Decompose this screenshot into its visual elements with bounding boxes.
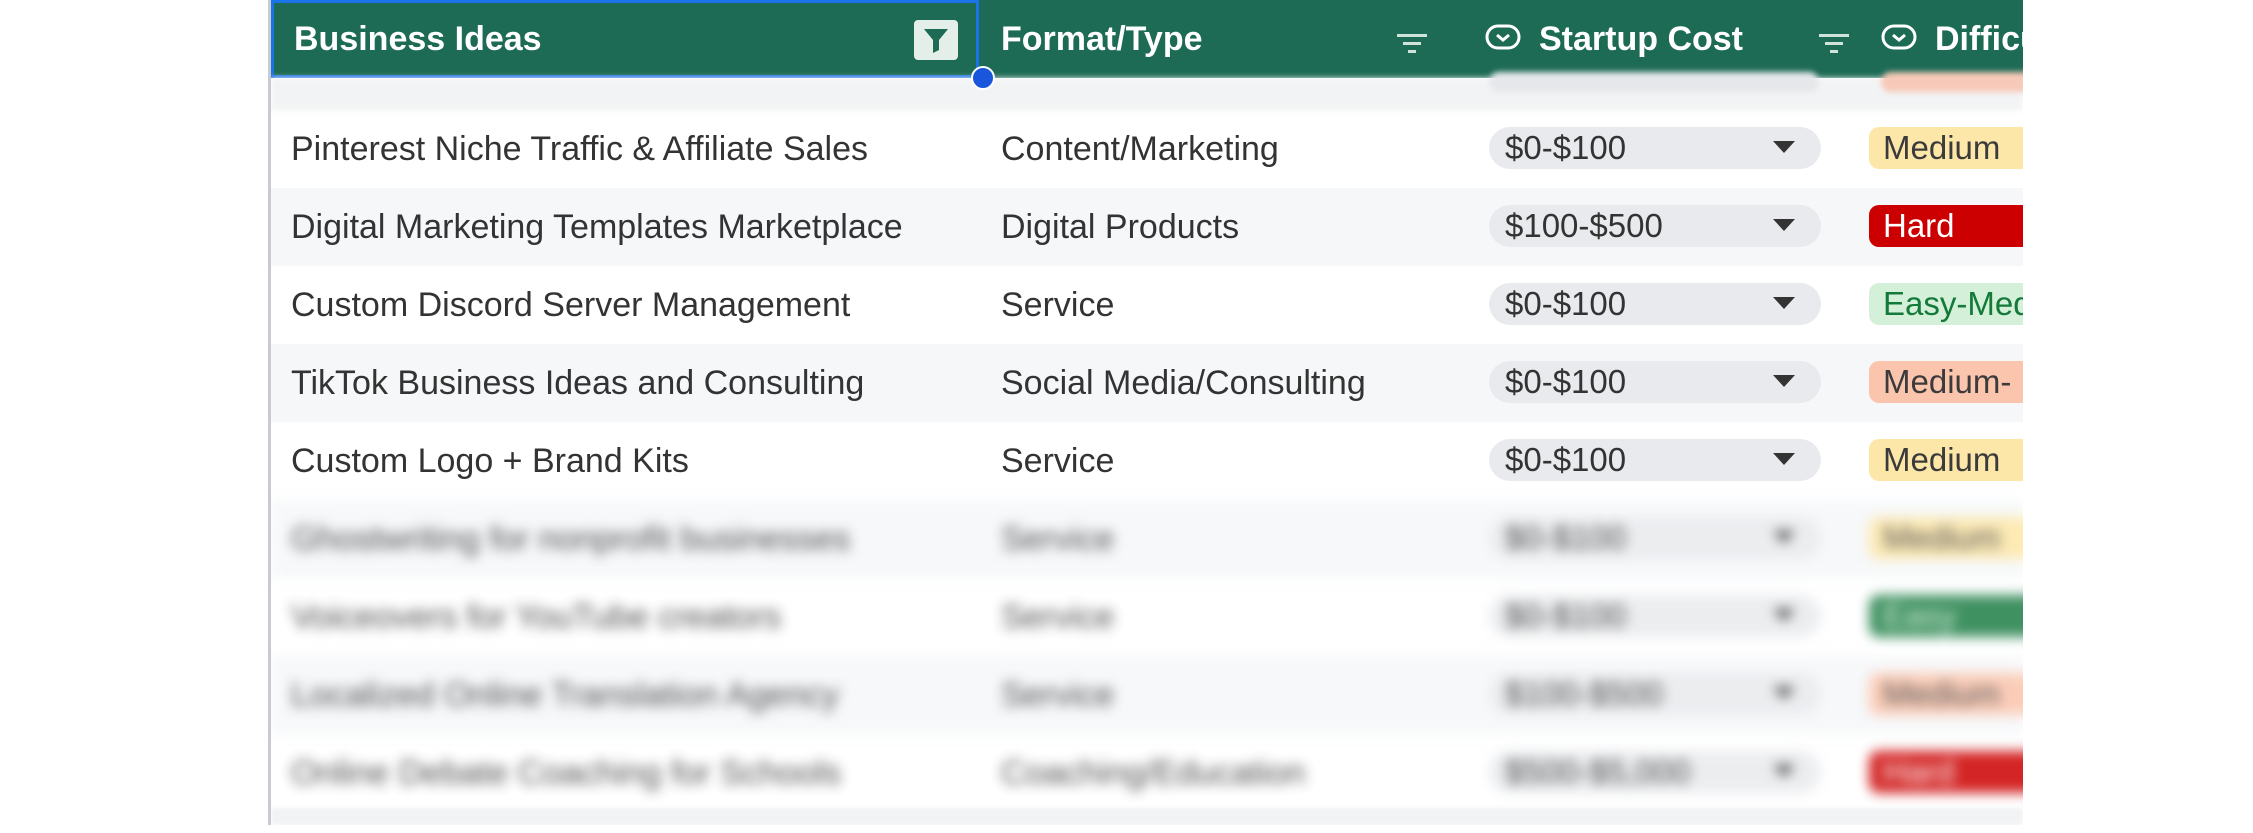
header-startup-cost[interactable]: Startup Cost (1471, 0, 1871, 78)
header-format-type[interactable]: Format/Type (983, 0, 1453, 78)
dropdown-arrow-icon (1773, 297, 1795, 309)
startup-cost-value: $100-$500 (1505, 207, 1663, 244)
table-row[interactable]: Digital Marketing Templates Marketplace … (271, 188, 2023, 266)
startup-cost-select[interactable]: $100-$500 (1489, 205, 1821, 247)
cell-format-type[interactable]: Service (1001, 578, 1461, 656)
table-row[interactable]: Custom Logo + Brand Kits Service $0-$100… (271, 422, 2023, 500)
dropdown-arrow-icon (1773, 687, 1795, 699)
startup-cost-select[interactable]: $100-$500 (1489, 673, 1821, 715)
header-startup-cost-label: Startup Cost (1539, 19, 1743, 58)
cell-format-type[interactable]: Social Media/Consulting (1001, 344, 1461, 422)
cell-format-type[interactable]: Service (1001, 422, 1461, 500)
startup-cost-select[interactable]: $0-$100 (1489, 127, 1821, 169)
cell-format-type[interactable]: Service (1001, 656, 1461, 734)
startup-cost-select[interactable]: $0-$100 (1489, 595, 1821, 637)
dropdown-arrow-icon (1773, 609, 1795, 621)
difficulty-chip[interactable]: Hard (1869, 751, 2023, 793)
spreadsheet-view: Business Ideas Format/Type Startup Cost … (268, 0, 2023, 825)
startup-cost-value: $100-$500 (1505, 675, 1663, 712)
dropdown-column-icon (1881, 20, 1917, 59)
table-row[interactable]: Localized Online Translation Agency Serv… (271, 656, 2023, 734)
table-row[interactable]: Custom Discord Server Management Service… (271, 266, 2023, 344)
partial-row-clipped (271, 72, 2023, 110)
dropdown-arrow-icon (1773, 531, 1795, 543)
filter-icon[interactable] (1819, 26, 1849, 65)
startup-cost-select[interactable]: $500-$5,000 (1489, 751, 1821, 793)
cell-business-idea[interactable]: Voiceovers for YouTube creators (291, 578, 981, 656)
difficulty-chip[interactable]: Medium- (1869, 361, 2023, 403)
cell-business-idea[interactable]: Digital Marketing Templates Marketplace (291, 188, 981, 266)
startup-cost-value: $500-$5,000 (1505, 753, 1691, 790)
table-row[interactable]: Ghostwriting for nonprofit businesses Se… (271, 500, 2023, 578)
startup-cost-value: $0-$100 (1505, 363, 1627, 400)
startup-cost-value: $0-$100 (1505, 519, 1627, 556)
cell-format-type[interactable]: Service (1001, 266, 1461, 344)
header-difficulty[interactable]: Difficu (1867, 0, 2023, 78)
header-difficulty-label: Difficu (1935, 19, 2023, 58)
difficulty-chip[interactable]: Medium (1869, 517, 2023, 559)
header-business-ideas-label: Business Ideas (294, 19, 542, 58)
difficulty-chip[interactable]: Medium (1869, 439, 2023, 481)
startup-cost-value: $0-$100 (1505, 441, 1627, 478)
header-business-ideas[interactable]: Business Ideas (271, 0, 979, 78)
table-row[interactable]: Pinterest Niche Traffic & Affiliate Sale… (271, 110, 2023, 188)
startup-cost-value: $0-$100 (1505, 597, 1627, 634)
cell-business-idea[interactable]: Custom Logo + Brand Kits (291, 422, 981, 500)
filter-active-icon[interactable] (914, 20, 958, 60)
startup-cost-select[interactable]: $0-$100 (1489, 439, 1821, 481)
table-row[interactable]: TikTok Business Ideas and Consulting Soc… (271, 344, 2023, 422)
cell-format-type[interactable]: Content/Marketing (1001, 110, 1461, 188)
header-row: Business Ideas Format/Type Startup Cost … (271, 0, 2023, 78)
filter-icon[interactable] (1397, 26, 1427, 65)
dropdown-arrow-icon (1773, 375, 1795, 387)
difficulty-chip[interactable]: Medium (1869, 673, 2023, 715)
cell-format-type[interactable]: Coaching/Education (1001, 734, 1461, 812)
header-format-type-label: Format/Type (1001, 19, 1203, 58)
startup-cost-value: $0-$100 (1505, 129, 1627, 166)
dropdown-arrow-icon (1773, 453, 1795, 465)
dropdown-arrow-icon (1773, 219, 1795, 231)
table-body: Pinterest Niche Traffic & Affiliate Sale… (271, 110, 2023, 812)
cell-business-idea[interactable]: TikTok Business Ideas and Consulting (291, 344, 981, 422)
difficulty-chip[interactable]: Easy-Med (1869, 283, 2023, 325)
cell-business-idea[interactable]: Custom Discord Server Management (291, 266, 981, 344)
cell-format-type[interactable]: Digital Products (1001, 188, 1461, 266)
cell-format-type[interactable]: Service (1001, 500, 1461, 578)
dropdown-arrow-icon (1773, 141, 1795, 153)
startup-cost-select[interactable]: $0-$100 (1489, 283, 1821, 325)
table-row[interactable]: Voiceovers for YouTube creators Service … (271, 578, 2023, 656)
cell-business-idea[interactable]: Localized Online Translation Agency (291, 656, 981, 734)
startup-cost-select[interactable]: $0-$100 (1489, 361, 1821, 403)
difficulty-chip[interactable]: Easy (1869, 595, 2023, 637)
selection-resize-handle[interactable] (971, 66, 995, 90)
table-row[interactable]: Online Debate Coaching for Schools Coach… (271, 734, 2023, 812)
cell-business-idea[interactable]: Ghostwriting for nonprofit businesses (291, 500, 981, 578)
cell-business-idea[interactable]: Online Debate Coaching for Schools (291, 734, 981, 812)
dropdown-column-icon (1485, 20, 1521, 59)
difficulty-chip[interactable]: Hard (1869, 205, 2023, 247)
cell-business-idea[interactable]: Pinterest Niche Traffic & Affiliate Sale… (291, 110, 981, 188)
dropdown-arrow-icon (1773, 765, 1795, 777)
difficulty-chip[interactable]: Medium (1869, 127, 2023, 169)
partial-row-bottom (271, 808, 2023, 825)
startup-cost-select[interactable]: $0-$100 (1489, 517, 1821, 559)
startup-cost-value: $0-$100 (1505, 285, 1627, 322)
